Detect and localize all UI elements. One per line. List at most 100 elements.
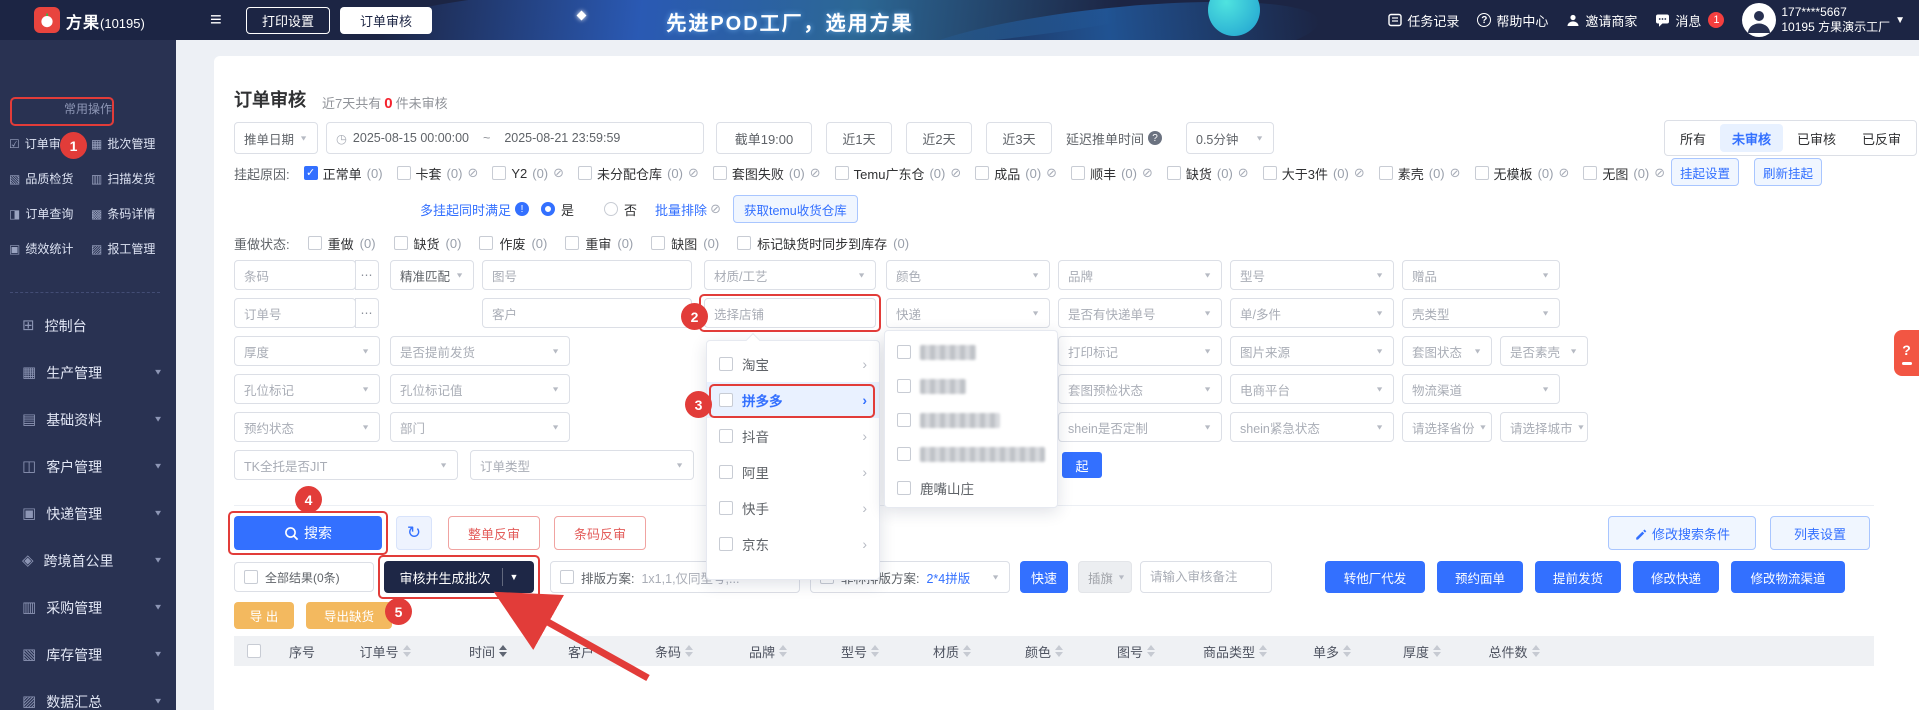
ban-icon[interactable]: ⊘ [1238,165,1249,181]
shop-item[interactable]: 鹿嘴山庄 [885,471,1057,505]
hangup-settings-button[interactable]: 挂起设置 [1671,158,1739,186]
hangup-item-finished-goods[interactable]: 成品 (0) ⊘ [975,164,1057,183]
checkbox-icon[interactable] [651,236,666,250]
filter-print-mark[interactable]: 打印标记 ▼ [1058,336,1222,366]
collapse-menu-icon[interactable]: ≡ [210,6,222,34]
status-tab-已反审[interactable]: 已反审 [1850,124,1913,152]
obscured-button-fragment[interactable]: 起 [1062,452,1102,478]
checkbox-icon[interactable] [719,501,733,515]
hangup-item-more-than-3[interactable]: 大于3件 (0) ⊘ [1262,164,1365,183]
redo-item-shortage[interactable]: 缺货 (0) [393,234,461,253]
all-results-checkbox[interactable]: 全部结果(0条) [234,562,374,592]
list-settings-button[interactable]: 列表设置 [1770,516,1870,550]
filter-city[interactable]: 请选择城市 ▼ [1500,412,1588,442]
platform-item-jd[interactable]: 京东 › [707,526,879,562]
checkbox-icon[interactable] [1262,166,1277,180]
tooltip-question-icon[interactable]: ? [1148,131,1163,145]
sort-icon[interactable] [1055,645,1063,657]
filter-image-precheck-status[interactable]: 套图预检状态 ▼ [1058,374,1222,404]
column-header-image-no[interactable]: 图号 [1090,636,1182,666]
more-conditions-button[interactable]: ⋯ [355,260,379,290]
checkbox-icon[interactable] [975,166,990,180]
checkbox-icon[interactable] [1071,166,1086,180]
filter-hole-mark[interactable]: 孔位标记 ▼ [234,374,380,404]
sidebar-quick-order-query[interactable]: ◨ 订单查询 [9,196,91,231]
reverse-review-order-button[interactable]: 整单反审 [448,516,540,550]
batch-exclude-link[interactable]: 批量排除 ⊘ [655,200,721,219]
checkbox-icon[interactable] [396,166,411,180]
hangup-item-card-sleeve[interactable]: 卡套 (0) ⊘ [396,164,478,183]
ban-icon[interactable]: ⊘ [1654,165,1665,181]
status-tab-所有[interactable]: 所有 [1668,124,1718,152]
sort-icon[interactable] [1259,645,1267,657]
edit-search-conditions-button[interactable]: 修改搜索条件 [1608,516,1756,550]
filter-shop-select[interactable]: 选择店铺 [704,298,876,328]
checkbox-icon[interactable] [719,357,733,371]
hangup-item-y2[interactable]: Y2 (0) ⊘ [492,165,564,181]
refresh-button[interactable]: ↻ [396,516,432,550]
status-tab-未审核[interactable]: 未审核 [1720,124,1784,152]
checkbox-icon[interactable] [393,236,408,250]
checkbox-icon[interactable] [834,166,849,180]
checkbox-icon[interactable] [247,644,261,658]
export-button[interactable]: 导 出 [234,602,294,629]
shop-item-censored[interactable] [885,437,1057,471]
platform-item-douyin[interactable]: 抖音 › [707,418,879,454]
checkbox-icon[interactable] [1583,166,1598,180]
redo-item-voided[interactable]: 作废 (0) [479,234,547,253]
hangup-item-normal-order[interactable]: ✓ 正常单 (0) [303,164,383,183]
near-2-day-button[interactable]: 近2天 [906,122,972,154]
sidebar-item-customer[interactable]: ◫ 客户管理 ▼ [0,443,176,490]
hangup-item-temu-guangdong[interactable]: Temu广东仓 (0) ⊘ [834,164,961,183]
sidebar-quick-performance[interactable]: ▣ 绩效统计 [9,231,91,266]
ban-icon[interactable]: ⊘ [553,165,564,181]
filter-shein-urgent[interactable]: shein紧急状态 ▼ [1230,412,1394,442]
checkbox-icon[interactable] [565,236,580,250]
redo-item-sync-stock-on-shortage[interactable]: 标记缺货时同步到库存 (0) [737,234,909,253]
invite-merchant-link[interactable]: 邀请商家 [1566,11,1637,30]
platform-item-pinduoduo[interactable]: 拼多多 › [707,382,879,418]
checkbox-icon[interactable] [479,236,494,250]
sort-icon[interactable] [685,645,693,657]
multi-hangup-yes-radio[interactable]: 是 [541,200,574,219]
tab-order-review[interactable]: 订单审核 [340,7,432,34]
checkbox-icon[interactable] [712,166,727,180]
hangup-item-shortage[interactable]: 缺货 (0) ⊘ [1166,164,1249,183]
review-remark-input[interactable] [1140,561,1272,593]
checkbox-icon[interactable] [307,236,322,250]
sort-icon[interactable] [402,645,411,657]
column-header-material[interactable]: 材质 [906,636,998,666]
column-header-color[interactable]: 颜色 [998,636,1090,666]
hangup-item-no-warehouse[interactable]: 未分配仓库 (0) ⊘ [578,164,699,183]
ban-icon[interactable]: ⊘ [1046,165,1057,181]
sidebar-item-data-summary[interactable]: ▨ 数据汇总 ▼ [0,678,176,710]
ban-icon[interactable]: ⊘ [467,165,478,181]
delay-minutes-select[interactable]: 0.5分钟 ▼ [1186,122,1274,154]
reserve-waybill-button[interactable]: 预约面单 [1437,561,1523,593]
filter-image-no[interactable]: 图号 [482,260,692,290]
ban-icon[interactable]: ⊘ [950,165,961,181]
info-icon[interactable]: ! [515,202,530,216]
checkbox-icon[interactable] [492,166,507,180]
filter-is-plain-shell[interactable]: 是否素壳 ▼ [1500,336,1588,366]
filter-order-type[interactable]: 订单类型 ▼ [470,450,694,480]
multi-hangup-no-radio[interactable]: 否 [604,200,637,219]
transfer-factory-button[interactable]: 转他厂代发 [1325,561,1425,593]
quick-button[interactable]: 快速 [1020,561,1068,593]
hangup-item-plain-shell[interactable]: 素壳 (0) ⊘ [1378,164,1461,183]
filter-has-tracking-no[interactable]: 是否有快递单号 ▼ [1058,298,1222,328]
date-field-select[interactable]: 推单日期 ▼ [234,122,318,154]
sidebar-quick-barcode-detail[interactable]: ▩ 条码详情 [91,196,173,231]
filter-material-craft[interactable]: 材质/工艺 ▼ [704,260,876,290]
filter-hole-mark-value[interactable]: 孔位标记值 ▼ [390,374,570,404]
redo-item-redo[interactable]: 重做 (0) [307,234,376,253]
hangup-item-no-template[interactable]: 无模板 (0) ⊘ [1474,164,1569,183]
checkbox-icon[interactable] [1378,166,1393,180]
filter-model[interactable]: 型号 ▼ [1230,260,1394,290]
checkbox-checked-icon[interactable]: ✓ [303,166,318,180]
filter-shell-type[interactable]: 壳类型 ▼ [1402,298,1560,328]
sort-icon[interactable] [871,645,879,657]
sort-icon[interactable] [1343,645,1351,657]
filter-match-mode[interactable]: 精准匹配 ▼ [390,260,474,290]
hangup-item-no-image[interactable]: 无图 (0) ⊘ [1583,164,1665,183]
